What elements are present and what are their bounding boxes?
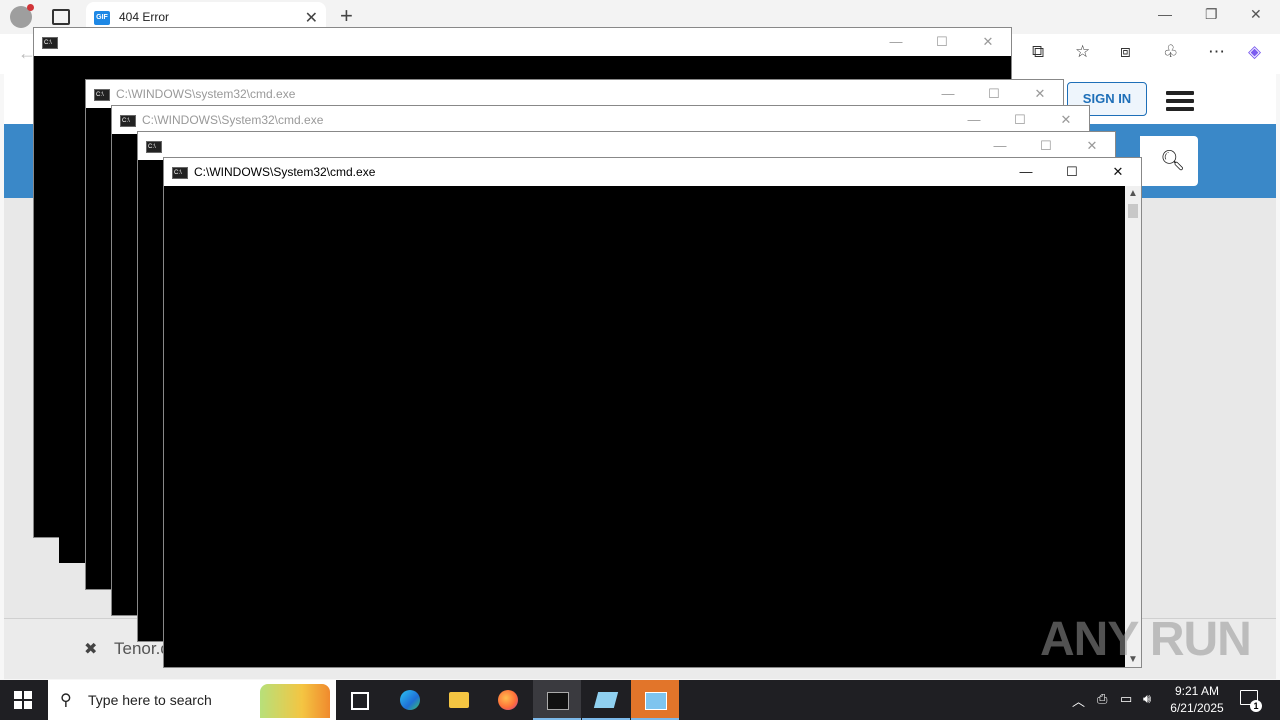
new-tab-button[interactable]: + bbox=[340, 3, 353, 29]
notification-count: 1 bbox=[1250, 700, 1262, 712]
search-placeholder: Type here to search bbox=[88, 692, 212, 708]
close-icon[interactable]: ✕ bbox=[1250, 6, 1262, 23]
search-icon: ⚲ bbox=[60, 692, 72, 709]
window-title: C:\WINDOWS\System32\cmd.exe bbox=[194, 165, 376, 179]
device-icon[interactable]: ⎙ bbox=[1097, 691, 1107, 707]
collections-icon[interactable]: ⧈ bbox=[1120, 42, 1131, 62]
maximize-icon[interactable]: ☐ bbox=[919, 28, 965, 56]
hamburger-menu-icon[interactable] bbox=[1166, 91, 1194, 115]
cookie-banner-text: Tenor.c bbox=[114, 639, 169, 658]
title-bar[interactable]: —☐✕ bbox=[34, 28, 1011, 56]
system-clock[interactable]: 9:21 AM 6/21/2025 bbox=[1166, 683, 1228, 717]
firefox-icon[interactable] bbox=[484, 680, 532, 720]
title-bar[interactable]: C:\WINDOWS\System32\cmd.exe —☐✕ bbox=[164, 158, 1141, 186]
show-hidden-icons-icon[interactable]: ︿ bbox=[1072, 691, 1085, 710]
minimize-icon[interactable]: — bbox=[873, 28, 919, 56]
clock-time: 9:21 AM bbox=[1174, 684, 1220, 698]
search-icon: 🔍︎ bbox=[1160, 150, 1186, 172]
title-bar[interactable]: C:\WINDOWS\System32\cmd.exe —☐✕ bbox=[112, 106, 1089, 134]
cmd-icon bbox=[172, 167, 188, 179]
title-bar[interactable]: C:\WINDOWS\system32\cmd.exe —☐✕ bbox=[86, 80, 1063, 108]
maximize-icon[interactable]: ☐ bbox=[1049, 158, 1095, 186]
cmd-icon bbox=[146, 141, 162, 153]
minimize-icon[interactable]: — bbox=[925, 80, 971, 108]
close-icon[interactable]: ✕ bbox=[965, 28, 1011, 56]
minimize-icon[interactable]: — bbox=[951, 106, 997, 134]
cmd-icon bbox=[94, 89, 110, 101]
task-view-icon[interactable] bbox=[336, 680, 384, 720]
anyrun-watermark: ANY RUN bbox=[1040, 613, 1252, 666]
cmd-icon bbox=[120, 115, 136, 127]
taskbar-search-box[interactable]: ⚲ Type here to search bbox=[48, 680, 336, 720]
tab-actions-icon[interactable] bbox=[52, 9, 70, 25]
split-screen-icon[interactable]: ⧉ bbox=[1032, 42, 1044, 62]
volume-icon[interactable]: 🔊︎ bbox=[1143, 691, 1151, 707]
minimize-icon[interactable]: — bbox=[1158, 6, 1172, 22]
extensions-icon[interactable]: ♧ bbox=[1163, 42, 1178, 62]
cmd-icon bbox=[42, 37, 58, 49]
vertical-scrollbar[interactable]: ▲ ▼ bbox=[1125, 186, 1141, 667]
scroll-thumb[interactable] bbox=[1128, 204, 1138, 218]
copilot-icon[interactable]: ◈ bbox=[1248, 42, 1261, 62]
more-options-icon[interactable]: ⋯ bbox=[1208, 42, 1225, 62]
tab-title: 404 Error bbox=[119, 10, 170, 24]
window-title: C:\WINDOWS\System32\cmd.exe bbox=[142, 113, 324, 127]
close-tab-icon[interactable]: ✕ bbox=[305, 8, 318, 28]
close-icon[interactable]: ✕ bbox=[1095, 158, 1141, 186]
favorites-star-icon[interactable]: ☆ bbox=[1075, 42, 1090, 62]
maximize-icon[interactable]: ☐ bbox=[997, 106, 1043, 134]
close-icon[interactable]: ✕ bbox=[1069, 132, 1115, 160]
minimize-icon[interactable]: — bbox=[977, 132, 1023, 160]
close-icon[interactable]: ✕ bbox=[1043, 106, 1089, 134]
cmd-window-active[interactable]: C:\WINDOWS\System32\cmd.exe —☐✕ ▲ ▼ bbox=[163, 157, 1142, 668]
console-area[interactable] bbox=[164, 186, 1125, 667]
notification-dot bbox=[27, 4, 34, 11]
minimize-icon[interactable]: — bbox=[1003, 158, 1049, 186]
cmd-taskbar-icon[interactable] bbox=[533, 680, 581, 720]
maximize-icon[interactable]: ☐ bbox=[1023, 132, 1069, 160]
close-icon[interactable]: ✕ bbox=[1017, 80, 1063, 108]
scroll-up-icon[interactable]: ▲ bbox=[1128, 188, 1138, 199]
window-title: C:\WINDOWS\system32\cmd.exe bbox=[116, 87, 296, 101]
gif-favicon-icon: GIF bbox=[94, 11, 110, 25]
file-explorer-icon[interactable] bbox=[435, 680, 483, 720]
title-bar[interactable]: —☐✕ bbox=[138, 132, 1115, 160]
windows-start-icon[interactable] bbox=[14, 691, 32, 709]
profile-avatar[interactable] bbox=[10, 4, 34, 28]
maximize-icon[interactable]: ☐ bbox=[971, 80, 1017, 108]
taskbar: ⚲ Type here to search ︿ ⎙ ▭ 🔊︎ 9:21 AM 6… bbox=[0, 680, 1280, 720]
restore-icon[interactable]: ❐ bbox=[1205, 6, 1218, 23]
edge-icon[interactable] bbox=[386, 680, 434, 720]
search-highlight-art bbox=[260, 684, 330, 718]
dismiss-icon[interactable]: ✖ bbox=[84, 639, 97, 659]
search-button[interactable]: 🔍︎ bbox=[1140, 136, 1198, 186]
highlighted-app-icon[interactable] bbox=[631, 680, 679, 720]
notepad-icon[interactable] bbox=[582, 680, 630, 720]
clock-date: 6/21/2025 bbox=[1170, 701, 1224, 715]
network-icon[interactable]: ▭ bbox=[1120, 691, 1132, 707]
notification-center-icon[interactable]: 1 bbox=[1238, 688, 1262, 712]
